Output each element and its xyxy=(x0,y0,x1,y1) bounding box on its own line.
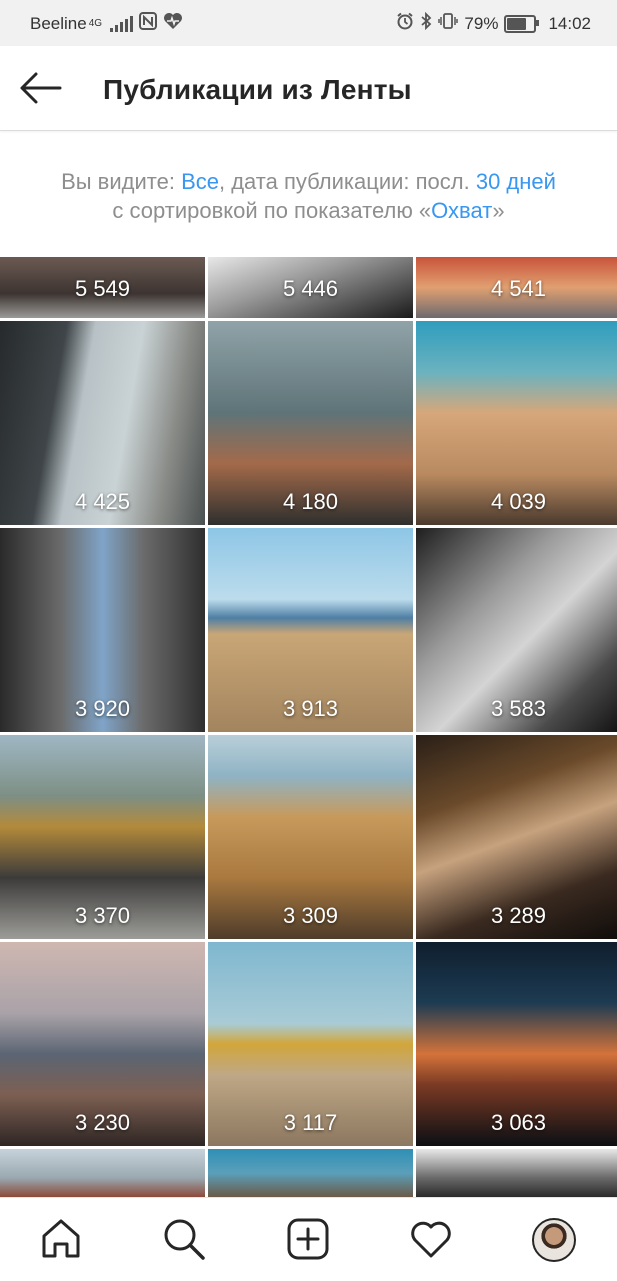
filter-prefix: Вы видите: xyxy=(61,169,182,194)
status-left: Beeline 4G xyxy=(30,12,183,35)
clock: 14:02 xyxy=(548,13,591,33)
home-icon xyxy=(42,1219,80,1258)
post-tile[interactable]: 3 583 xyxy=(416,528,617,732)
post-reach-count: 3 230 xyxy=(74,1110,131,1135)
new-post-button[interactable] xyxy=(285,1216,331,1262)
post-tile[interactable] xyxy=(208,1149,413,1197)
battery-percent: 79% xyxy=(464,13,499,33)
post-tile[interactable]: 5 549 xyxy=(0,257,205,318)
bluetooth-icon xyxy=(420,11,432,35)
post-tile[interactable]: 3 230 xyxy=(0,942,205,1146)
posts-grid: 5 549 5 446 4 541 4 425 4 180 4 039 3 92… xyxy=(0,257,617,1197)
post-reach-count: 3 370 xyxy=(74,903,131,928)
post-reach-count: 3 063 xyxy=(490,1110,547,1135)
post-reach-count: 4 425 xyxy=(74,489,131,514)
status-right: 79% 14:02 xyxy=(396,11,591,35)
filter-line-2: с сортировкой по показателю «Охват» xyxy=(0,196,617,225)
filter-line-1: Вы видите: Все, дата публикации: посл. 3… xyxy=(0,167,617,196)
app-header: Публикации из Ленты xyxy=(0,46,617,131)
add-post-icon xyxy=(287,1218,329,1260)
page-title: Публикации из Ленты xyxy=(103,74,412,105)
profile-avatar[interactable] xyxy=(532,1218,576,1262)
network-type: 4G xyxy=(88,18,103,29)
filter-summary: Вы видите: Все, дата публикации: посл. 3… xyxy=(0,131,617,257)
search-icon xyxy=(164,1219,205,1260)
post-tile[interactable]: 4 039 xyxy=(416,321,617,525)
back-button[interactable] xyxy=(14,66,68,110)
vibrate-icon xyxy=(438,12,459,35)
post-tile[interactable]: 3 063 xyxy=(416,942,617,1146)
post-reach-count: 3 117 xyxy=(283,1110,338,1135)
activity-button[interactable] xyxy=(408,1216,454,1262)
post-tile[interactable]: 3 117 xyxy=(208,942,413,1146)
post-tile[interactable]: 4 425 xyxy=(0,321,205,525)
post-tile[interactable]: 3 289 xyxy=(416,735,617,939)
post-reach-count: 3 913 xyxy=(282,696,339,721)
period-filter-link[interactable]: 30 дней xyxy=(476,169,556,194)
signal-icon xyxy=(110,15,134,32)
status-bar: Beeline 4G 79% 14:02 xyxy=(0,0,617,46)
post-reach-count: 4 180 xyxy=(282,489,339,514)
bottom-navigation xyxy=(0,1197,617,1281)
activity-heart-icon xyxy=(411,1221,451,1258)
scope-filter-link[interactable]: Все xyxy=(181,169,219,194)
post-reach-count: 5 446 xyxy=(282,276,339,301)
alarm-icon xyxy=(396,12,414,35)
post-tile[interactable]: 3 913 xyxy=(208,528,413,732)
post-reach-count: 4 039 xyxy=(490,489,547,514)
arrow-left-icon xyxy=(20,72,62,104)
home-button[interactable] xyxy=(38,1216,84,1262)
post-tile[interactable]: 3 920 xyxy=(0,528,205,732)
post-reach-count: 4 541 xyxy=(490,276,547,301)
post-reach-count: 3 309 xyxy=(282,903,339,928)
post-tile[interactable]: 3 370 xyxy=(0,735,205,939)
sort-prefix: с сортировкой по показателю « xyxy=(112,198,432,223)
post-tile[interactable]: 4 180 xyxy=(208,321,413,525)
post-tile[interactable] xyxy=(416,1149,617,1197)
battery-level xyxy=(507,17,527,30)
post-reach-count: 3 289 xyxy=(490,903,547,928)
battery-icon xyxy=(504,14,540,33)
post-reach-count: 3 920 xyxy=(74,696,131,721)
post-tile[interactable]: 3 309 xyxy=(208,735,413,939)
post-tile[interactable]: 5 446 xyxy=(208,257,413,318)
filter-middle: , дата публикации: посл. xyxy=(218,169,476,194)
post-reach-count: 3 583 xyxy=(490,696,547,721)
post-tile[interactable] xyxy=(0,1149,205,1197)
nfc-icon xyxy=(139,12,158,35)
search-button[interactable] xyxy=(161,1216,207,1262)
carrier-name: Beeline xyxy=(30,13,87,33)
health-icon xyxy=(163,12,183,35)
sort-suffix: » xyxy=(492,198,505,223)
metric-filter-link[interactable]: Охват xyxy=(431,198,492,223)
post-reach-count: 5 549 xyxy=(74,276,131,301)
post-tile[interactable]: 4 541 xyxy=(416,257,617,318)
